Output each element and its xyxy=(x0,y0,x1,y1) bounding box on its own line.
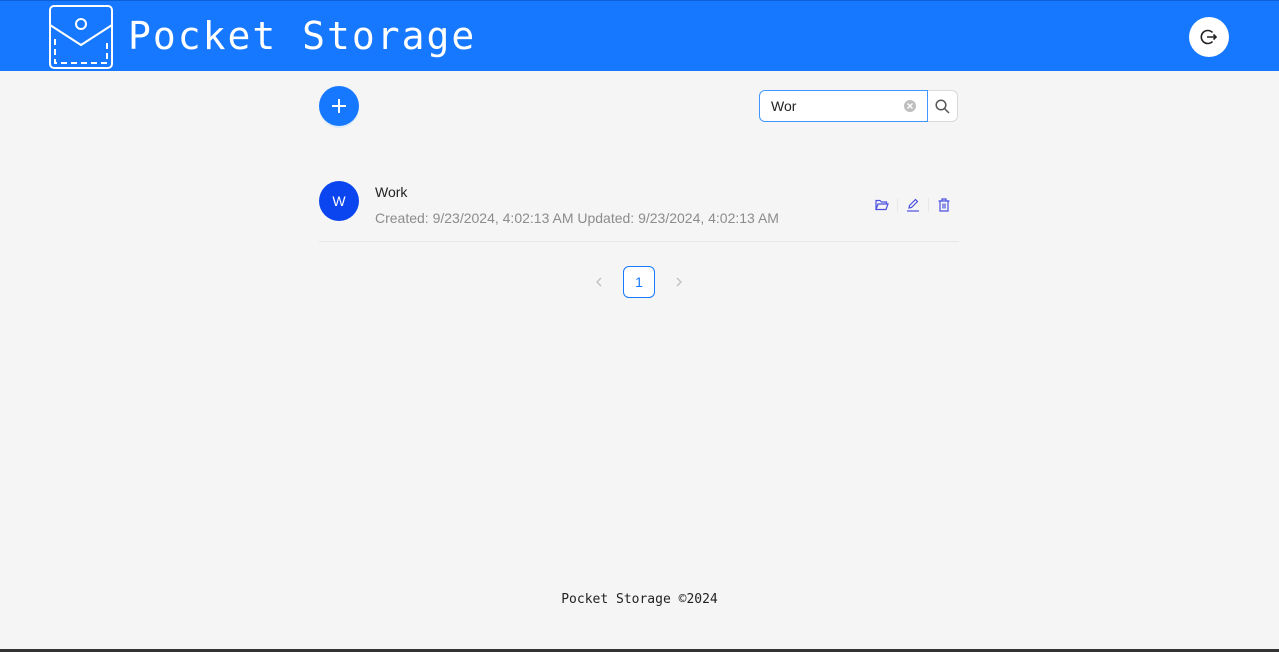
app-title: Pocket Storage xyxy=(128,14,477,58)
chevron-right-icon xyxy=(676,277,682,287)
page-number[interactable]: 1 xyxy=(623,266,655,298)
footer-text: Pocket Storage ©2024 xyxy=(561,592,718,607)
logout-icon xyxy=(1200,29,1218,45)
delete-icon xyxy=(938,198,950,212)
list-item: W Work Created: 9/23/2024, 4:02:13 AM Up… xyxy=(319,168,959,242)
pagination: 1 xyxy=(583,266,695,298)
folder-open-icon xyxy=(875,199,889,211)
edit-icon xyxy=(907,198,919,212)
close-circle-icon[interactable] xyxy=(904,100,916,112)
search-button[interactable] xyxy=(927,90,958,122)
search-bar xyxy=(759,90,959,122)
prev-page-button[interactable] xyxy=(583,266,615,298)
plus-icon xyxy=(332,99,346,113)
delete-button[interactable] xyxy=(929,197,959,213)
logout-button[interactable] xyxy=(1189,17,1229,57)
edit-button[interactable] xyxy=(898,197,928,213)
open-folder-button[interactable] xyxy=(867,197,897,213)
search-input[interactable] xyxy=(771,98,891,114)
next-page-button[interactable] xyxy=(663,266,695,298)
add-folder-button[interactable] xyxy=(319,86,359,126)
search-icon xyxy=(935,98,950,114)
app-header: Pocket Storage xyxy=(0,0,1279,71)
item-actions xyxy=(867,197,959,213)
item-title[interactable]: Work xyxy=(375,184,407,200)
chevron-left-icon xyxy=(596,277,602,287)
search-field xyxy=(759,90,928,122)
pocket-icon xyxy=(49,5,113,69)
avatar: W xyxy=(319,181,359,221)
item-description: Created: 9/23/2024, 4:02:13 AM Updated: … xyxy=(375,210,779,226)
